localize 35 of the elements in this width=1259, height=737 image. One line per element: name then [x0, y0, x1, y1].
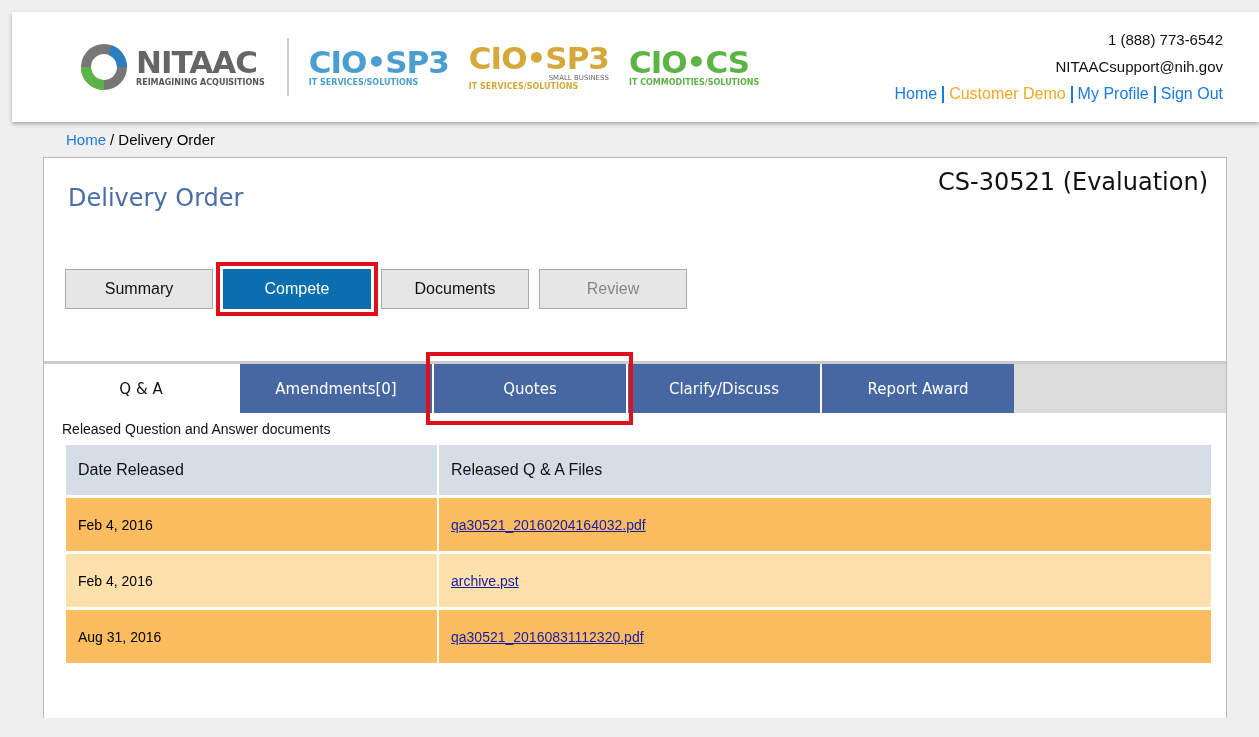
nitaac-logo-icon — [80, 43, 128, 91]
section-caption: Released Question and Answer documents — [62, 421, 332, 437]
table-cell: Feb 4, 2016 — [66, 498, 437, 551]
tab[interactable]: Amendments[0] — [238, 364, 432, 413]
program-subtitle: IT COMMODITIES/SOLUTIONS — [628, 78, 760, 87]
table-cell: Aug 31, 2016 — [66, 610, 437, 663]
file-link[interactable]: qa30521_20160831112320.pdf — [451, 628, 644, 645]
program-logo: CIO•SP3 — [308, 47, 449, 78]
column-header: Released Q & A Files — [439, 445, 1211, 495]
tab[interactable]: Clarify/Discuss — [626, 364, 820, 413]
page-title: Delivery Order — [68, 184, 244, 212]
program-logo: CIO•SP3 — [468, 43, 609, 74]
tab[interactable]: Q & A — [44, 364, 238, 413]
program-subtitle: IT SERVICES/SOLUTIONS — [308, 78, 420, 87]
breadcrumb-link[interactable]: Home — [66, 131, 106, 148]
column-header: Date Released — [66, 445, 437, 495]
table-cell: Feb 4, 2016 — [66, 554, 437, 607]
breadcrumb-current: / Delivery Order — [110, 131, 216, 148]
program-logo: CIO•CS — [628, 47, 750, 78]
tab[interactable]: Quotes — [432, 364, 626, 413]
logo-name: NITAAC — [136, 47, 257, 78]
nav-link[interactable]: Sign Out — [1160, 85, 1223, 103]
section-button[interactable]: Compete — [223, 269, 371, 309]
phone-number: 1 (888) 773-6542 — [1107, 31, 1223, 48]
program-subtitle: IT SERVICES/SOLUTIONS — [468, 82, 580, 91]
nav-link[interactable]: My Profile — [1077, 85, 1149, 103]
section-button[interactable]: Summary — [65, 269, 213, 309]
logo-tagline: REIMAGINING ACQUISITIONS — [136, 78, 265, 87]
section-button[interactable]: Documents — [381, 269, 529, 309]
support-email: NITAACsupport@nih.gov — [1055, 58, 1223, 75]
nav-link[interactable]: Home — [894, 85, 938, 103]
file-link[interactable]: qa30521_20160204164032.pdf — [451, 516, 646, 533]
tab[interactable]: Report Award — [820, 364, 1014, 413]
order-id: CS-30521 (Evaluation) — [938, 168, 1208, 198]
file-link[interactable]: archive.pst — [451, 572, 519, 589]
